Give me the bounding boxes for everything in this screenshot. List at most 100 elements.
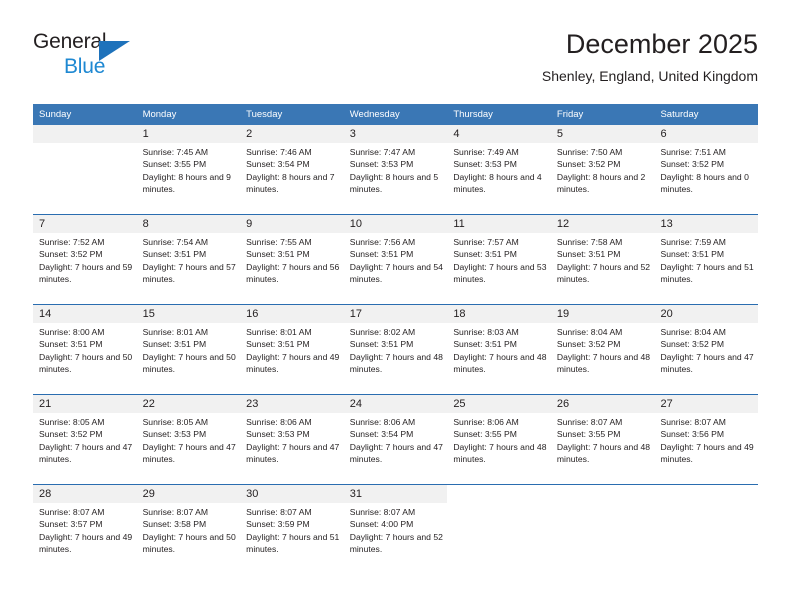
calendar-day-cell[interactable]: 7 Sunrise: 7:52 AM Sunset: 3:52 PM Daylight… bbox=[33, 215, 137, 304]
daylight-text: Daylight: 7 hours and 54 minutes. bbox=[349, 261, 443, 285]
day-sun-info: Sunrise: 8:07 AM Sunset: 3:58 PM Daylight:… bbox=[137, 503, 241, 556]
sunset-text: Sunset: 3:52 PM bbox=[660, 339, 725, 350]
sunrise-text: Sunrise: 8:04 AM bbox=[660, 327, 726, 337]
sunset-text: Sunset: 3:53 PM bbox=[453, 159, 517, 170]
calendar-day-cell[interactable]: 28 Sunrise: 8:07 AM Sunset: 3:57 PM Dayligh… bbox=[33, 485, 137, 574]
daylight-text: Daylight: 7 hours and 47 minutes. bbox=[39, 441, 133, 465]
calendar-day-cell[interactable]: 8 Sunrise: 7:54 AM Sunset: 3:51 PM Daylight… bbox=[136, 215, 241, 304]
daylight-text: Daylight: 8 hours and 5 minutes. bbox=[349, 171, 439, 195]
day-sun-info: Sunrise: 7:49 AM Sunset: 3:53 PM Daylight:… bbox=[447, 143, 551, 196]
daylight-text: Daylight: 7 hours and 56 minutes. bbox=[246, 261, 340, 285]
calendar-day-cell[interactable]: 15 Sunrise: 8:01 AM Sunset: 3:51 PM Dayligh… bbox=[136, 305, 241, 394]
day-sun-info: Sunrise: 7:51 AM Sunset: 3:52 PM Daylight:… bbox=[654, 143, 758, 196]
daylight-text: Daylight: 7 hours and 48 minutes. bbox=[453, 351, 547, 375]
sunrise-text: Sunrise: 7:58 AM bbox=[556, 237, 623, 247]
calendar-day-cell[interactable]: 9 Sunrise: 7:55 AM Sunset: 3:51 PM Daylight… bbox=[240, 215, 344, 304]
day-number: 7 bbox=[33, 215, 137, 233]
calendar-day-cell[interactable]: 1 Sunrise: 7:45 AM Sunset: 3:55 PM Daylight… bbox=[136, 125, 241, 214]
daylight-text: Daylight: 8 hours and 9 minutes. bbox=[142, 171, 231, 195]
sunset-text: Sunset: 3:51 PM bbox=[39, 339, 103, 350]
day-number: 13 bbox=[654, 215, 759, 233]
day-sun-info: Sunrise: 7:58 AM Sunset: 3:51 PM Daylight:… bbox=[551, 233, 655, 286]
day-sun-info: Sunrise: 8:02 AM Sunset: 3:51 PM Daylight:… bbox=[344, 323, 448, 376]
calendar-day-cell[interactable]: 21 Sunrise: 8:05 AM Sunset: 3:52 PM Dayligh… bbox=[33, 395, 137, 484]
sunrise-text: Sunrise: 8:07 AM bbox=[39, 507, 105, 517]
sunrise-text: Sunrise: 7:57 AM bbox=[453, 237, 519, 247]
day-sun-info: Sunrise: 8:07 AM Sunset: 4:00 PM Daylight:… bbox=[344, 503, 448, 556]
calendar-day-cell[interactable]: 22 Sunrise: 8:05 AM Sunset: 3:53 PM Dayligh… bbox=[136, 395, 241, 484]
sunrise-text: Sunrise: 8:07 AM bbox=[556, 417, 623, 427]
sunset-text: Sunset: 3:53 PM bbox=[142, 429, 207, 440]
calendar-day-cell[interactable]: 23 Sunrise: 8:06 AM Sunset: 3:53 PM Dayligh… bbox=[240, 395, 344, 484]
day-sun-info: Sunrise: 8:01 AM Sunset: 3:51 PM Daylight:… bbox=[137, 323, 241, 376]
day-sun-info: Sunrise: 8:03 AM Sunset: 3:51 PM Daylight:… bbox=[447, 323, 551, 376]
calendar-page: General Blue December 2025 Shenley, Engl… bbox=[0, 0, 792, 612]
day-sun-info: Sunrise: 8:07 AM Sunset: 3:56 PM Daylight:… bbox=[654, 413, 758, 466]
daylight-text: Daylight: 7 hours and 52 minutes. bbox=[556, 261, 651, 285]
calendar-day-cell[interactable]: 11 Sunrise: 7:57 AM Sunset: 3:51 PM Dayligh… bbox=[447, 215, 551, 304]
calendar-day-cell[interactable]: 6 Sunrise: 7:51 AM Sunset: 3:52 PM Daylight… bbox=[654, 125, 759, 214]
sunrise-text: Sunrise: 8:02 AM bbox=[349, 327, 416, 337]
calendar-day-cell[interactable]: 16 Sunrise: 8:01 AM Sunset: 3:51 PM Dayligh… bbox=[240, 305, 344, 394]
calendar-day-cell[interactable]: 4 Sunrise: 7:49 AM Sunset: 3:53 PM Daylight… bbox=[447, 125, 551, 214]
calendar-day-cell[interactable]: 29 Sunrise: 8:07 AM Sunset: 3:58 PM Dayligh… bbox=[136, 485, 241, 574]
sunset-text: Sunset: 3:51 PM bbox=[246, 339, 310, 350]
daylight-text: Daylight: 7 hours and 47 minutes. bbox=[246, 441, 340, 465]
daylight-text: Daylight: 7 hours and 48 minutes. bbox=[453, 441, 547, 465]
daylight-text: Daylight: 7 hours and 47 minutes. bbox=[660, 351, 754, 375]
sunset-text: Sunset: 3:55 PM bbox=[142, 159, 207, 170]
calendar-day-cell[interactable]: 30 Sunrise: 8:07 AM Sunset: 3:59 PM Dayligh… bbox=[240, 485, 344, 574]
calendar-day-cell[interactable]: 3 Sunrise: 7:47 AM Sunset: 3:53 PM Daylight… bbox=[343, 125, 448, 214]
daylight-text: Daylight: 7 hours and 48 minutes. bbox=[556, 351, 651, 375]
daylight-text: Daylight: 7 hours and 50 minutes. bbox=[142, 351, 236, 375]
day-number: 1 bbox=[136, 125, 241, 143]
calendar-day-cell[interactable]: 5 Sunrise: 7:50 AM Sunset: 3:52 PM Daylight… bbox=[550, 125, 655, 214]
calendar-day-cell[interactable]: 2 Sunrise: 7:46 AM Sunset: 3:54 PM Daylight… bbox=[240, 125, 344, 214]
day-number: 12 bbox=[550, 215, 655, 233]
day-number: 30 bbox=[240, 485, 344, 503]
calendar-day-cell[interactable]: 20 Sunrise: 8:04 AM Sunset: 3:52 PM Dayligh… bbox=[654, 305, 759, 394]
sunset-text: Sunset: 3:53 PM bbox=[246, 429, 310, 440]
sunset-text: Sunset: 3:56 PM bbox=[660, 429, 725, 440]
sunrise-text: Sunrise: 8:07 AM bbox=[246, 507, 312, 517]
day-sun-info: Sunrise: 7:47 AM Sunset: 3:53 PM Daylight:… bbox=[344, 143, 448, 196]
calendar-day-cell[interactable]: 31 Sunrise: 8:07 AM Sunset: 4:00 PM Dayligh… bbox=[343, 485, 448, 574]
day-number bbox=[33, 125, 137, 143]
sunset-text: Sunset: 3:51 PM bbox=[660, 249, 725, 260]
day-number: 6 bbox=[654, 125, 759, 143]
daylight-text: Daylight: 8 hours and 2 minutes. bbox=[556, 171, 646, 195]
daylight-text: Daylight: 7 hours and 57 minutes. bbox=[142, 261, 236, 285]
sunset-text: Sunset: 3:52 PM bbox=[39, 249, 103, 260]
calendar-day-cell[interactable]: 10 Sunrise: 7:56 AM Sunset: 3:51 PM Dayligh… bbox=[343, 215, 448, 304]
day-number: 25 bbox=[447, 395, 551, 413]
sunset-text: Sunset: 3:51 PM bbox=[556, 249, 621, 260]
brand-logo[interactable]: General Blue bbox=[33, 30, 213, 86]
weekday-header-tuesday: Tuesday bbox=[246, 109, 283, 120]
sunset-text: Sunset: 3:54 PM bbox=[349, 429, 414, 440]
sunset-text: Sunset: 3:57 PM bbox=[39, 519, 103, 530]
title-block: December 2025 Shenley, England, United K… bbox=[542, 28, 758, 86]
calendar-day-cell[interactable]: 18 Sunrise: 8:03 AM Sunset: 3:51 PM Dayligh… bbox=[447, 305, 551, 394]
calendar-day-cell[interactable]: 14 Sunrise: 8:00 AM Sunset: 3:51 PM Dayligh… bbox=[33, 305, 137, 394]
sunrise-text: Sunrise: 8:07 AM bbox=[142, 507, 209, 517]
calendar-day-cell[interactable]: 12 Sunrise: 7:58 AM Sunset: 3:51 PM Dayligh… bbox=[550, 215, 655, 304]
sunrise-text: Sunrise: 7:54 AM bbox=[142, 237, 209, 247]
daylight-text: Daylight: 7 hours and 51 minutes. bbox=[246, 531, 340, 555]
calendar-day-cell[interactable]: 24 Sunrise: 8:06 AM Sunset: 3:54 PM Dayligh… bbox=[343, 395, 448, 484]
day-number: 18 bbox=[447, 305, 551, 323]
calendar-day-cell[interactable]: 17 Sunrise: 8:02 AM Sunset: 3:51 PM Dayligh… bbox=[343, 305, 448, 394]
calendar-day-cell[interactable]: 25 Sunrise: 8:06 AM Sunset: 3:55 PM Dayligh… bbox=[447, 395, 551, 484]
day-sun-info: Sunrise: 8:07 AM Sunset: 3:57 PM Daylight:… bbox=[33, 503, 137, 556]
calendar-day-cell[interactable]: 13 Sunrise: 7:59 AM Sunset: 3:51 PM Dayligh… bbox=[654, 215, 759, 304]
day-sun-info: Sunrise: 7:59 AM Sunset: 3:51 PM Daylight:… bbox=[654, 233, 758, 286]
brand-name-blue: Blue bbox=[64, 55, 106, 78]
sunset-text: Sunset: 3:55 PM bbox=[556, 429, 621, 440]
sunset-text: Sunset: 3:51 PM bbox=[142, 339, 207, 350]
sunset-text: Sunset: 3:52 PM bbox=[660, 159, 725, 170]
calendar-day-cell[interactable]: 19 Sunrise: 8:04 AM Sunset: 3:52 PM Dayligh… bbox=[550, 305, 655, 394]
calendar-day-cell[interactable]: 27 Sunrise: 8:07 AM Sunset: 3:56 PM Dayligh… bbox=[654, 395, 759, 484]
daylight-text: Daylight: 7 hours and 47 minutes. bbox=[142, 441, 236, 465]
calendar-day-cell[interactable]: 26 Sunrise: 8:07 AM Sunset: 3:55 PM Dayligh… bbox=[550, 395, 655, 484]
sunrise-text: Sunrise: 8:06 AM bbox=[453, 417, 519, 427]
day-number: 22 bbox=[136, 395, 241, 413]
